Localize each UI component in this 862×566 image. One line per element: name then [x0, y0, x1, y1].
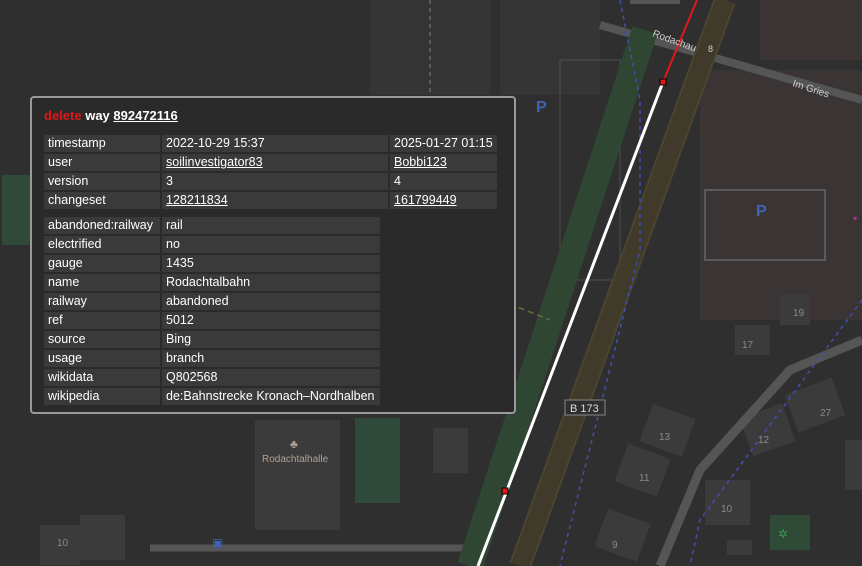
osm-change-popup: delete way 892472116 timestamp 2022-10-29… [30, 96, 516, 414]
popup-title: delete way 892472116 [44, 108, 504, 124]
meta-key-cell: user [44, 154, 160, 171]
meta-row-changeset: changeset 128211834 161799449 [44, 192, 497, 209]
tag-key-cell: name [44, 274, 160, 291]
tag-value-cell: 5012 [162, 312, 380, 329]
house-number-label: 11 [639, 473, 650, 484]
tag-row: abandoned:railway rail [44, 217, 380, 234]
tag-row: usage branch [44, 350, 380, 367]
park-area [2, 175, 32, 245]
tags-table: abandoned:railway rail electrified no gauge 1… [42, 215, 382, 407]
tag-value-cell: de:Bahnstrecke Kronach–Nordhalben [162, 388, 380, 405]
parking-icon: P [536, 99, 547, 116]
house-number-label: 10 [57, 538, 69, 549]
meta-old-cell: 128211834 [162, 192, 388, 209]
tag-row: electrified no [44, 236, 380, 253]
entity-id-link[interactable]: 892472116 [113, 108, 177, 123]
meta-row-timestamp: timestamp 2022-10-29 15:37 2025-01-27 01:1… [44, 135, 497, 152]
meta-new-cell: 2025-01-27 01:15 [390, 135, 497, 152]
tag-value-cell: 1435 [162, 255, 380, 272]
tag-key-cell: wikipedia [44, 388, 160, 405]
meta-new-cell: 4 [390, 173, 497, 190]
meta-old-link[interactable]: soilinvestigator83 [166, 155, 263, 169]
road-ref-label: B 173 [570, 403, 599, 415]
tag-value-cell: branch [162, 350, 380, 367]
house-number-label: 12 [758, 435, 770, 446]
tag-row: wikidata Q802568 [44, 369, 380, 386]
tag-key-cell: usage [44, 350, 160, 367]
parking-icon: P [756, 203, 767, 220]
way-node[interactable] [501, 487, 509, 495]
tag-value-cell: Rodachtalbahn [162, 274, 380, 291]
meta-row-version: version 3 4 [44, 173, 497, 190]
house-number-label: 13 [659, 432, 671, 443]
tag-value-cell: rail [162, 217, 380, 234]
tag-value-cell: abandoned [162, 293, 380, 310]
meta-new-link[interactable]: 161799449 [394, 193, 457, 207]
tag-key-cell: railway [44, 293, 160, 310]
shop-icon: ▪ [853, 211, 857, 225]
tag-value-cell: Bing [162, 331, 380, 348]
meta-key-cell: changeset [44, 192, 160, 209]
tag-row: gauge 1435 [44, 255, 380, 272]
meta-new-cell: Bobbi123 [390, 154, 497, 171]
playground-icon: ✲ [778, 527, 788, 541]
tag-row: source Bing [44, 331, 380, 348]
meta-key-cell: timestamp [44, 135, 160, 152]
tag-key-cell: wikidata [44, 369, 160, 386]
house-number-label: 9 [612, 540, 618, 551]
meta-new-link[interactable]: Bobbi123 [394, 155, 447, 169]
tag-key-cell: source [44, 331, 160, 348]
tag-key-cell: ref [44, 312, 160, 329]
meta-row-user: user soilinvestigator83 Bobbi123 [44, 154, 497, 171]
meta-key-cell: version [44, 173, 160, 190]
tag-value-cell: Q802568 [162, 369, 380, 386]
metadata-table: timestamp 2022-10-29 15:37 2025-01-27 01:1… [42, 133, 499, 211]
house-number-label: 17 [742, 340, 754, 351]
tag-row: wikipedia de:Bahnstrecke Kronach–Nordhalb… [44, 388, 380, 405]
way-node[interactable] [659, 78, 667, 86]
tag-key-cell: electrified [44, 236, 160, 253]
tag-key-cell: abandoned:railway [44, 217, 160, 234]
entity-type: way [85, 108, 110, 123]
poi-label: Rodachtalhalle [262, 454, 329, 465]
route-label: 8 [708, 44, 713, 54]
house-number-label: 10 [721, 504, 733, 515]
meta-new-cell: 161799449 [390, 192, 497, 209]
meta-old-cell: soilinvestigator83 [162, 154, 388, 171]
meta-old-cell: 2022-10-29 15:37 [162, 135, 388, 152]
tag-row: name Rodachtalbahn [44, 274, 380, 291]
tag-row: railway abandoned [44, 293, 380, 310]
house-number-label: 19 [793, 308, 805, 319]
meta-old-link[interactable]: 128211834 [166, 193, 228, 207]
action-label: delete [44, 108, 82, 123]
tag-row: ref 5012 [44, 312, 380, 329]
theatre-icon: ♣ [290, 437, 298, 451]
house-number-label: 27 [820, 408, 832, 419]
bus-stop-icon: ▣ [212, 536, 223, 550]
tag-value-cell: no [162, 236, 380, 253]
tag-key-cell: gauge [44, 255, 160, 272]
meta-old-cell: 3 [162, 173, 388, 190]
